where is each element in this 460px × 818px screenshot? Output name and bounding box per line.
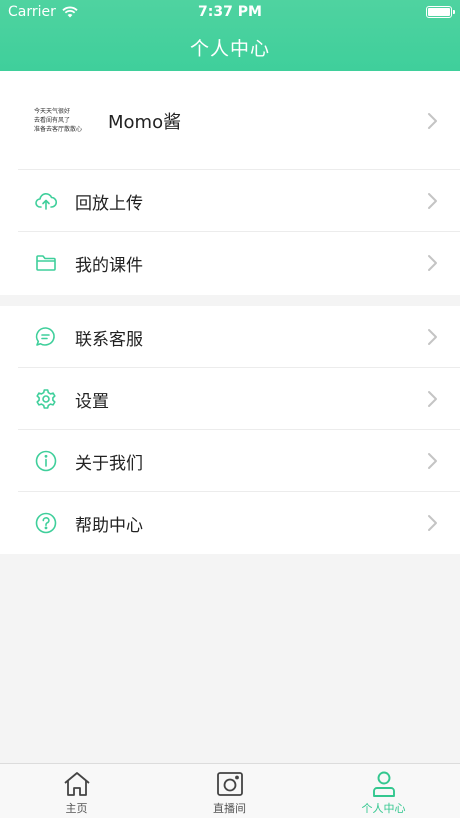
menu-item-about-us[interactable]: 关于我们: [0, 430, 460, 492]
status-bar: Carrier 7:37 PM: [0, 0, 460, 24]
avatar: 今天天气很好 去看闺有风了 准备去客厅散散心: [34, 107, 92, 135]
tab-label: 直播间: [213, 802, 246, 815]
tab-bar: 主页 直播间 个人中心: [0, 763, 460, 818]
menu-item-label: 设置: [75, 391, 109, 412]
home-icon: [63, 772, 90, 796]
folder-icon: [34, 251, 58, 275]
menu-item-label: 回放上传: [75, 193, 143, 214]
chevron-right-icon: [428, 453, 437, 469]
menu-item-playback-upload[interactable]: 回放上传: [0, 170, 460, 232]
tab-label: 主页: [65, 802, 88, 815]
avatar-text-line: 去看闺有风了: [34, 117, 71, 124]
profile-section: 今天天气很好 去看闺有风了 准备去客厅散散心 Momo酱 回放上传 我的课件: [0, 71, 460, 295]
page-title: 个人中心: [189, 38, 270, 60]
avatar-text-line: 准备去客厅散散心: [34, 126, 83, 133]
menu-item-label: 关于我们: [75, 453, 143, 474]
tab-personal-center[interactable]: 个人中心: [307, 764, 460, 818]
person-icon: [372, 771, 395, 797]
header: Carrier 7:37 PM 个人中心: [0, 0, 460, 71]
profile-name: Momo酱: [108, 111, 182, 133]
battery-icon: [426, 6, 455, 18]
profile-row[interactable]: 今天天气很好 去看闺有风了 准备去客厅散散心 Momo酱: [0, 71, 460, 170]
menu-item-my-courseware[interactable]: 我的课件: [0, 232, 460, 294]
menu-item-help-center[interactable]: 帮助中心: [0, 492, 460, 554]
chevron-right-icon: [428, 515, 437, 531]
avatar-text-line: 今天天气很好: [34, 108, 71, 115]
chevron-right-icon: [428, 391, 437, 407]
menu-item-settings[interactable]: 设置: [0, 368, 460, 430]
help-icon: [34, 511, 58, 535]
menu-item-contact-service[interactable]: 联系客服: [0, 306, 460, 368]
info-icon: [34, 449, 58, 473]
tab-label: 个人中心: [361, 802, 406, 815]
tab-home[interactable]: 主页: [0, 764, 153, 818]
menu-item-label: 帮助中心: [75, 515, 143, 536]
chevron-right-icon: [428, 193, 437, 209]
clock: 7:37 PM: [198, 4, 262, 20]
settings-section: 联系客服 设置 关于我们 帮助中心: [0, 306, 460, 554]
cloud-upload-icon: [34, 189, 58, 213]
menu-item-label: 联系客服: [75, 329, 143, 350]
chevron-right-icon: [428, 329, 437, 345]
chevron-right-icon: [428, 112, 437, 129]
chevron-right-icon: [428, 255, 437, 271]
tab-live-room[interactable]: 直播间: [153, 764, 306, 818]
menu-item-label: 我的课件: [75, 255, 143, 276]
chat-bubble-icon: [34, 325, 58, 349]
gear-icon: [34, 387, 58, 411]
camera-icon: [216, 772, 243, 796]
